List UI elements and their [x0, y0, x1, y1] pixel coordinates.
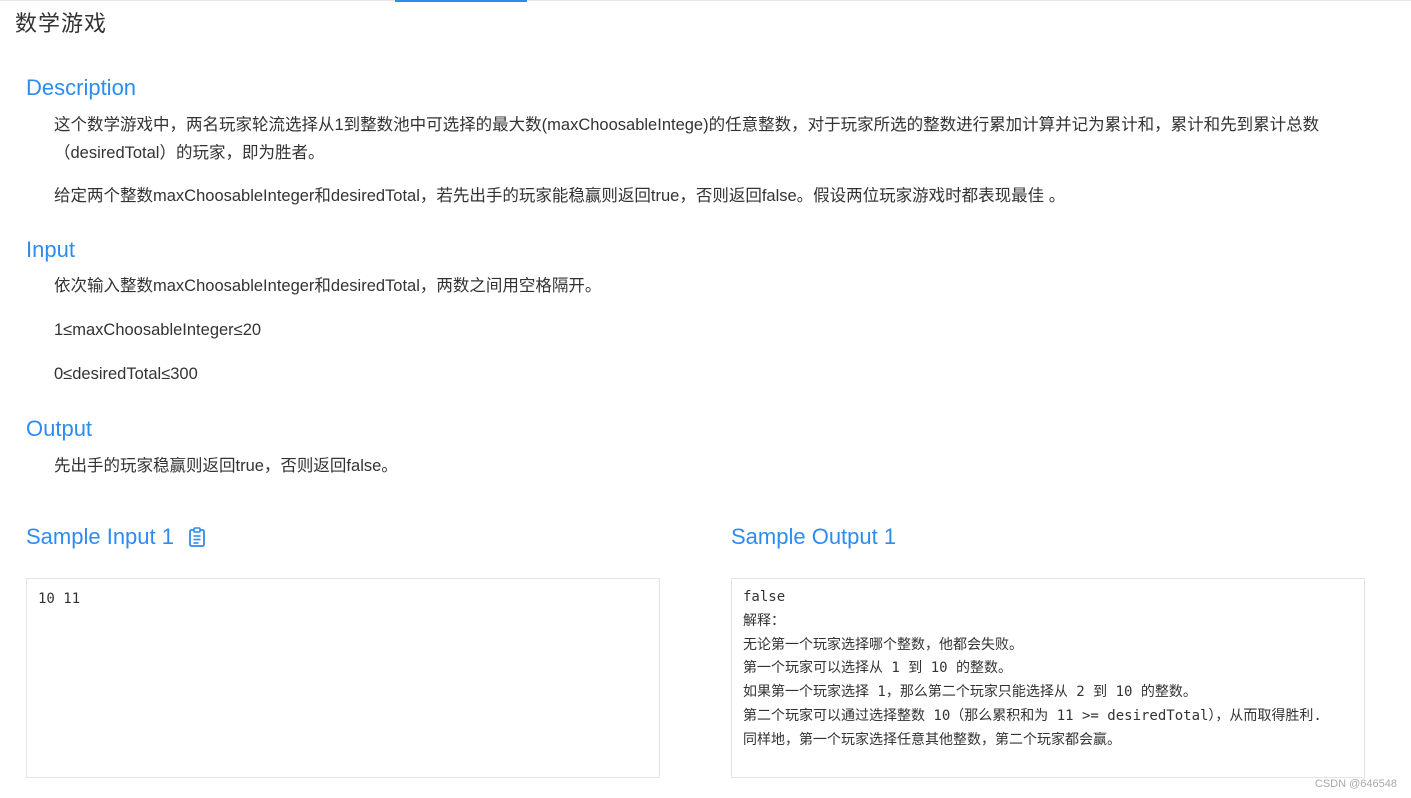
- output-heading: Output: [26, 416, 93, 441]
- sample-output-heading: Sample Output 1: [731, 524, 896, 550]
- page-title: 数学游戏: [15, 11, 108, 36]
- sample-input-box[interactable]: 10 11: [26, 578, 660, 778]
- watermark: CSDN @646548: [1314, 778, 1397, 790]
- description-paragraph-2: 给定两个整数maxChoosableInteger和desiredTotal，若…: [54, 187, 1066, 205]
- active-tab-indicator: [395, 0, 527, 2]
- input-heading: Input: [26, 237, 75, 262]
- sample-input-heading-label: Sample Input 1: [26, 524, 174, 549]
- top-border: [0, 0, 1411, 1]
- input-line-3: 0≤desiredTotal≤300: [54, 365, 198, 383]
- input-line-2: 1≤maxChoosableInteger≤20: [54, 321, 262, 339]
- sample-input-heading: Sample Input 1: [26, 524, 206, 550]
- clipboard-icon[interactable]: [188, 527, 206, 547]
- description-paragraph-1: 这个数学游戏中，两名玩家轮流选择从1到整数池中可选择的最大数(maxChoosa…: [54, 116, 1320, 162]
- output-line-1: 先出手的玩家稳赢则返回true，否则返回false。: [54, 457, 398, 475]
- sample-output-heading-label: Sample Output 1: [731, 524, 897, 549]
- input-line-1: 依次输入整数maxChoosableInteger和desiredTotal，两…: [54, 277, 602, 295]
- sample-output-box[interactable]: false 解释： 无论第一个玩家选择哪个整数，他都会失败。 第一个玩家可以选择…: [731, 578, 1365, 778]
- description-heading: Description: [26, 75, 137, 100]
